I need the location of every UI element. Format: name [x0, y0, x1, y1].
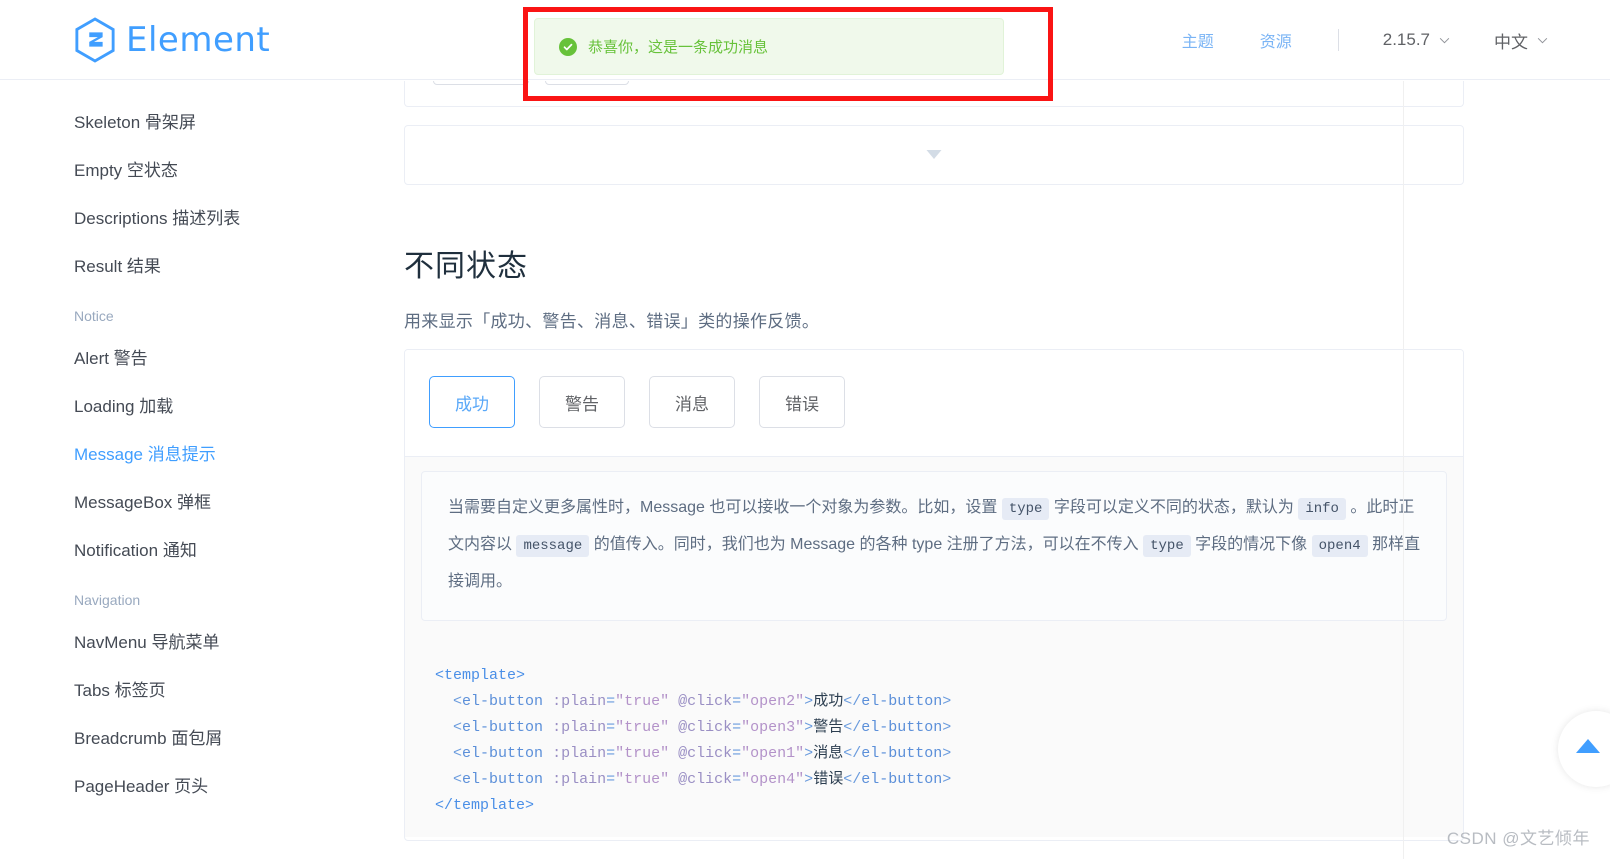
demo-button-stub[interactable]: [433, 81, 529, 85]
nav-divider: [1338, 29, 1339, 51]
sidebar-item-descriptions[interactable]: Descriptions 描述列表: [0, 195, 360, 243]
inline-code-type: type: [1002, 498, 1050, 520]
code-line-template-close: </template>: [435, 797, 534, 814]
sidebar-item-pageheader[interactable]: PageHeader 页头: [0, 763, 360, 811]
chevron-down-icon: [927, 146, 942, 164]
code-line-template-open: <template>: [435, 667, 525, 684]
sidebar-item-navmenu[interactable]: NavMenu 导航菜单: [0, 619, 360, 667]
sidebar-item-alert[interactable]: Alert 警告: [0, 335, 360, 383]
message-warning-button[interactable]: 警告: [539, 376, 625, 428]
inline-code-type-2: type: [1143, 535, 1191, 557]
demo-preview: 成功 警告 消息 错误: [405, 350, 1463, 456]
main-content: 不同状态 用来显示「成功、警告、消息、错误」类的操作反馈。 成功 警告 消息 错…: [360, 81, 1610, 859]
code-row: <el-button :plain="true" @click="open4">…: [435, 771, 951, 788]
demo-description-area: 当需要自定义更多属性时，Message 也可以接收一个对象为参数。比如，设置 t…: [405, 456, 1463, 639]
sidebar-item-breadcrumb[interactable]: Breadcrumb 面包屑: [0, 715, 360, 763]
element-hexagon-logo-icon: [74, 17, 116, 63]
sidebar-item-message[interactable]: Message 消息提示: [0, 431, 360, 479]
tip-text-part-1: 当需要自定义更多属性时，Message 也可以接收一个对象为参数。比如，设置: [448, 499, 1002, 516]
code-row: <el-button :plain="true" @click="open3">…: [435, 719, 951, 736]
logo[interactable]: Element: [74, 17, 270, 63]
nav-link-resource[interactable]: 资源: [1260, 28, 1292, 52]
message-info-button[interactable]: 消息: [649, 376, 735, 428]
previous-demo-card-partial: [404, 81, 1464, 107]
show-code-strip[interactable]: [404, 125, 1464, 185]
language-selector[interactable]: 中文: [1494, 28, 1548, 53]
success-message-toast: 恭喜你，这是一条成功消息: [534, 18, 1004, 75]
sidebar-item-result[interactable]: Result 结果: [0, 243, 360, 291]
sidebar-item-tabs[interactable]: Tabs 标签页: [0, 667, 360, 715]
sidebar-item-notification[interactable]: Notification 通知: [0, 527, 360, 575]
sidebar-group-notice: Notice: [0, 291, 360, 335]
tip-text-part-5: 字段的情况下像: [1191, 536, 1312, 553]
sidebar-item-messagebox[interactable]: MessageBox 弹框: [0, 479, 360, 527]
sidebar-item-skeleton[interactable]: Skeleton 骨架屏: [0, 99, 360, 147]
demo-button-stub[interactable]: [545, 81, 629, 85]
nav-link-theme[interactable]: 主题: [1182, 28, 1214, 52]
page-title: 不同状态: [404, 241, 528, 285]
code-snippet: <template> <el-button :plain="true" @cli…: [405, 639, 1463, 837]
version-selector[interactable]: 2.15.7: [1383, 30, 1450, 50]
message-success-button[interactable]: 成功: [429, 376, 515, 428]
demo-button-row: 成功 警告 消息 错误: [429, 376, 1439, 428]
language-value: 中文: [1494, 28, 1528, 53]
csdn-watermark: CSDN @文艺倾年: [1447, 824, 1590, 849]
inline-code-message: message: [516, 535, 589, 557]
code-row: <el-button :plain="true" @click="open1">…: [435, 745, 951, 762]
sidebar-group-navigation: Navigation: [0, 575, 360, 619]
success-check-circle-icon: [559, 38, 577, 56]
triangle-up-icon: [1592, 739, 1600, 759]
message-error-button[interactable]: 错误: [759, 376, 845, 428]
sidebar: Skeleton 骨架屏 Empty 空状态 Descriptions 描述列表…: [0, 81, 360, 859]
toast-text: 恭喜你，这是一条成功消息: [588, 36, 768, 57]
inline-code-info: info: [1298, 498, 1346, 520]
sidebar-item-empty[interactable]: Empty 空状态: [0, 147, 360, 195]
chevron-down-icon: [1537, 37, 1548, 44]
tip-text-part-4: 的值传入。同时，我们也为 Message 的各种 type 注册了方法，可以在不…: [589, 536, 1143, 553]
logo-text: Element: [126, 20, 270, 60]
code-row: <el-button :plain="true" @click="open2">…: [435, 693, 951, 710]
tip-text-part-2: 字段可以定义不同的状态，默认为: [1049, 499, 1298, 516]
page-description: 用来显示「成功、警告、消息、错误」类的操作反馈。: [404, 307, 819, 332]
version-value: 2.15.7: [1383, 30, 1430, 50]
tip-box: 当需要自定义更多属性时，Message 也可以接收一个对象为参数。比如，设置 t…: [421, 471, 1447, 621]
inline-code-open4: open4: [1312, 535, 1368, 557]
demo-card: 成功 警告 消息 错误 当需要自定义更多属性时，Message 也可以接收一个对…: [404, 349, 1464, 841]
chevron-down-icon: [1439, 37, 1450, 44]
sidebar-item-loading[interactable]: Loading 加载: [0, 383, 360, 431]
content-right-divider: [1403, 81, 1404, 859]
header-nav: 主题 资源 2.15.7 中文: [1136, 0, 1548, 80]
